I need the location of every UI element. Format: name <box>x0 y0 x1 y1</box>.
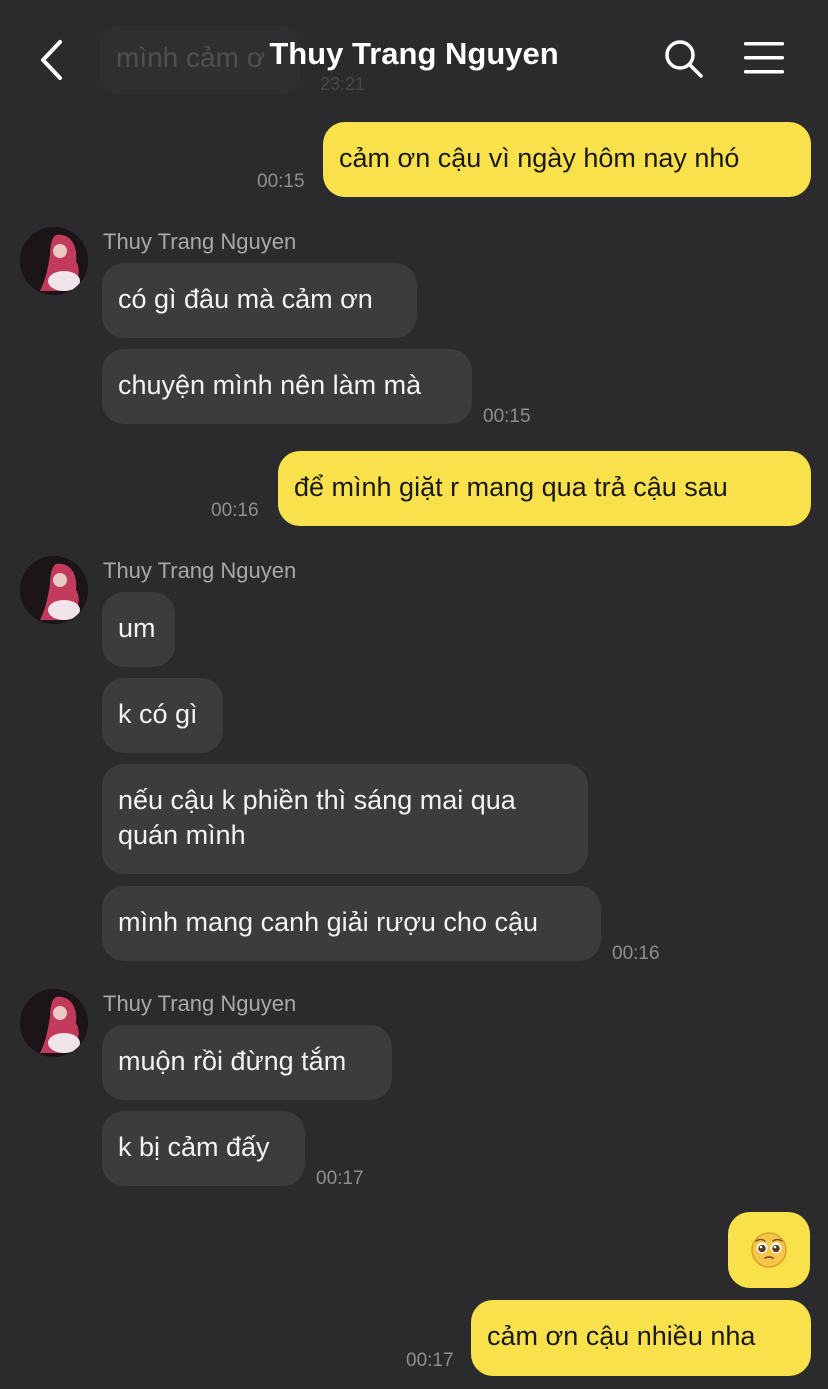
menu-button[interactable] <box>742 40 786 76</box>
sender-name: Thuy Trang Nguyen <box>103 991 297 1016</box>
incoming-message-bubble[interactable]: k bị cảm đấy <box>102 1111 305 1186</box>
contact-avatar[interactable] <box>20 227 88 295</box>
outgoing-message-bubble[interactable]: cảm ơn cậu vì ngày hôm nay nhó <box>323 122 811 197</box>
message-time: 00:17 <box>316 1168 364 1189</box>
incoming-message-bubble[interactable]: nếu cậu k phiền thì sáng mai qua quán mì… <box>102 764 588 874</box>
incoming-message-bubble[interactable]: chuyện mình nên làm mà <box>102 349 472 424</box>
search-button[interactable] <box>663 38 705 80</box>
message-time: 00:17 <box>406 1350 454 1371</box>
avatar-photo <box>20 227 88 295</box>
search-icon <box>665 40 703 78</box>
incoming-message-bubble[interactable]: muộn rồi đừng tắm <box>102 1025 392 1100</box>
pleading-face-emoji <box>751 1232 787 1268</box>
avatar-photo <box>20 556 88 624</box>
message-time: 00:16 <box>612 943 660 964</box>
sender-name: Thuy Trang Nguyen <box>103 229 297 254</box>
hamburger-menu-icon <box>744 42 784 74</box>
outgoing-emoji-bubble[interactable] <box>728 1212 810 1288</box>
sender-name: Thuy Trang Nguyen <box>103 558 297 583</box>
message-time: 00:16 <box>211 500 259 521</box>
incoming-message-bubble[interactable]: có gì đâu mà cảm ơn <box>102 263 417 338</box>
previous-message-time: 23:21 <box>320 74 366 94</box>
message-time: 00:15 <box>483 406 531 427</box>
outgoing-message-bubble[interactable]: cảm ơn cậu nhiều nha <box>471 1300 811 1376</box>
outgoing-message-bubble[interactable]: để mình giặt r mang qua trả cậu sau <box>278 451 811 526</box>
message-time: 00:15 <box>257 171 305 192</box>
contact-avatar[interactable] <box>20 556 88 624</box>
incoming-message-bubble[interactable]: k có gì <box>102 678 223 753</box>
incoming-message-bubble[interactable]: um <box>102 592 175 667</box>
message-line: nếu cậu k phiền thì sáng mai qua <box>118 785 516 815</box>
avatar-photo <box>20 989 88 1057</box>
message-line: quán mình <box>118 820 246 850</box>
contact-avatar[interactable] <box>20 989 88 1057</box>
incoming-message-bubble[interactable]: mình mang canh giải rượu cho cậu <box>102 886 601 961</box>
